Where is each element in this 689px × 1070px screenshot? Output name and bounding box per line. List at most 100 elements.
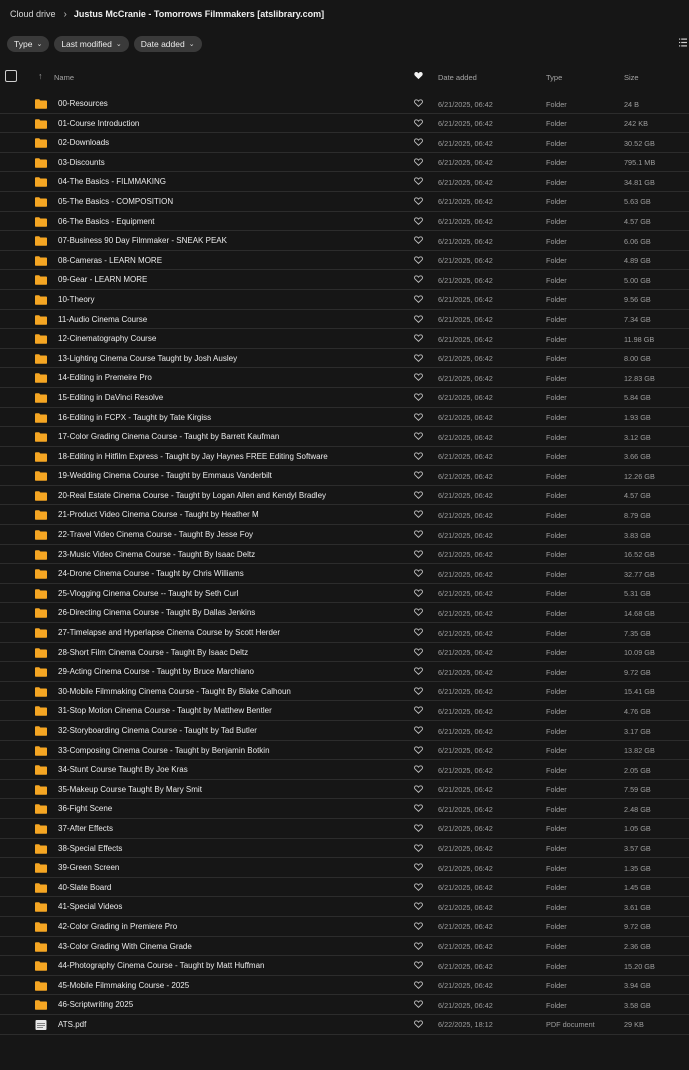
table-row[interactable]: 29-Acting Cinema Course - Taught by Bruc… xyxy=(0,662,689,682)
table-row[interactable]: 30-Mobile Filmmaking Cinema Course - Tau… xyxy=(0,682,689,702)
favorite-heart-icon[interactable] xyxy=(414,843,423,853)
favorite-column-heart-icon[interactable] xyxy=(414,71,423,80)
table-row[interactable]: 33-Composing Cinema Course - Taught by B… xyxy=(0,741,689,761)
file-name[interactable]: 36-Fight Scene xyxy=(58,804,112,813)
table-row[interactable]: 00-Resources 6/21/2025, 06:42 Folder 24 B xyxy=(0,94,689,114)
table-row[interactable]: 10-Theory 6/21/2025, 06:42 Folder 9.56 GB xyxy=(0,290,689,310)
file-name[interactable]: 42-Color Grading in Premiere Pro xyxy=(58,922,177,931)
file-name[interactable]: 31-Stop Motion Cinema Course - Taught by… xyxy=(58,706,272,715)
favorite-heart-icon[interactable] xyxy=(414,961,423,970)
favorite-heart-icon[interactable] xyxy=(414,197,423,206)
favorite-heart-icon[interactable] xyxy=(414,726,423,735)
favorite-heart-icon[interactable] xyxy=(414,275,423,284)
favorite-heart-icon[interactable] xyxy=(414,373,423,382)
file-name[interactable]: 03-Discounts xyxy=(58,158,105,167)
favorite-heart-icon[interactable] xyxy=(414,452,423,461)
file-name[interactable]: ATS.pdf xyxy=(58,1020,86,1029)
table-row[interactable]: 03-Discounts 6/21/2025, 06:42 Folder 795.1 … xyxy=(0,153,689,173)
favorite-heart-icon[interactable] xyxy=(414,922,423,931)
file-name[interactable]: 21-Product Video Cinema Course - Taught … xyxy=(58,510,259,519)
favorite-heart-icon[interactable] xyxy=(414,314,423,324)
table-row[interactable]: 45-Mobile Filmmaking Course - 2025 6/21/2… xyxy=(0,976,689,996)
table-row[interactable]: 01-Course Introduction 6/21/2025, 06:42 Fo… xyxy=(0,114,689,134)
favorite-heart-icon[interactable] xyxy=(414,569,423,578)
table-row[interactable]: 32-Storyboarding Cinema Course - Taught … xyxy=(0,721,689,741)
file-name[interactable]: 24-Drone Cinema Course - Taught by Chris… xyxy=(58,569,244,578)
table-row[interactable]: 24-Drone Cinema Course - Taught by Chris… xyxy=(0,564,689,584)
favorite-heart-icon[interactable] xyxy=(414,941,423,951)
table-row[interactable]: 27-Timelapse and Hyperlapse Cinema Cours… xyxy=(0,623,689,643)
table-row[interactable]: 21-Product Video Cinema Course - Taught … xyxy=(0,505,689,526)
favorite-heart-icon[interactable] xyxy=(414,863,423,872)
table-row[interactable]: 44-Photography Cinema Course - Taught by… xyxy=(0,956,689,976)
favorite-heart-icon[interactable] xyxy=(414,236,423,245)
favorite-heart-icon[interactable] xyxy=(414,471,423,480)
table-row[interactable]: 34-Stunt Course Taught By Joe Kras 6/21/2… xyxy=(0,760,689,780)
table-row[interactable]: 05-The Basics - COMPOSITION 6/21/2025, 06… xyxy=(0,192,689,212)
table-row[interactable]: 42-Color Grading in Premiere Pro 6/21/202… xyxy=(0,917,689,937)
file-name[interactable]: 44-Photography Cinema Course - Taught by… xyxy=(58,961,264,970)
favorite-heart-icon[interactable] xyxy=(414,138,423,147)
file-name[interactable]: 33-Composing Cinema Course - Taught by B… xyxy=(58,746,270,755)
file-name[interactable]: 05-The Basics - COMPOSITION xyxy=(58,197,173,206)
favorite-heart-icon[interactable] xyxy=(414,158,423,167)
table-row[interactable]: 17-Color Grading Cinema Course - Taught … xyxy=(0,427,689,447)
table-row[interactable]: 02-Downloads 6/21/2025, 06:42 Folder 30.52 … xyxy=(0,133,689,153)
table-row[interactable]: 41-Special Videos 6/21/2025, 06:42 Folder 3… xyxy=(0,897,689,917)
file-name[interactable]: 43-Color Grading With Cinema Grade xyxy=(58,942,192,951)
table-row[interactable]: 39-Green Screen 6/21/2025, 06:42 Folder 1.3… xyxy=(0,858,689,878)
table-row[interactable]: 38-Special Effects 6/21/2025, 06:42 Folder… xyxy=(0,839,689,859)
file-name[interactable]: 19-Wedding Cinema Course - Taught by Emm… xyxy=(58,471,272,480)
favorite-heart-icon[interactable] xyxy=(414,647,423,657)
table-row[interactable]: 13-Lighting Cinema Course Taught by Josh… xyxy=(0,349,689,369)
file-name[interactable]: 34-Stunt Course Taught By Joe Kras xyxy=(58,765,188,774)
favorite-heart-icon[interactable] xyxy=(414,667,423,676)
file-name[interactable]: 02-Downloads xyxy=(58,138,109,147)
file-name[interactable]: 08-Cameras - LEARN MORE xyxy=(58,256,162,265)
file-name[interactable]: 20-Real Estate Cinema Course - Taught by… xyxy=(58,491,326,500)
table-row[interactable]: 14-Editing in Premeire Pro 6/21/2025, 06:… xyxy=(0,368,689,388)
file-name[interactable]: 15-Editing in DaVinci Resolve xyxy=(58,393,163,402)
file-name[interactable]: 28-Short Film Cinema Course - Taught By … xyxy=(58,648,248,657)
file-name[interactable]: 09-Gear - LEARN MORE xyxy=(58,275,147,284)
file-name[interactable]: 32-Storyboarding Cinema Course - Taught … xyxy=(58,726,257,735)
table-row[interactable]: 08-Cameras - LEARN MORE 6/21/2025, 06:42 F… xyxy=(0,251,689,271)
favorite-heart-icon[interactable] xyxy=(414,765,423,774)
favorite-heart-icon[interactable] xyxy=(414,354,423,363)
table-row[interactable]: 40-Slate Board 6/21/2025, 06:42 Folder 1.45… xyxy=(0,878,689,898)
table-row[interactable]: 46-Scriptwriting 2025 6/21/2025, 06:42 Fol… xyxy=(0,995,689,1015)
favorite-heart-icon[interactable] xyxy=(414,550,423,559)
file-name[interactable]: 18-Editing in Hitfilm Express - Taught b… xyxy=(58,452,328,461)
favorite-heart-icon[interactable] xyxy=(414,530,423,539)
table-row[interactable]: 26-Directing Cinema Course - Taught By D… xyxy=(0,603,689,624)
file-name[interactable]: 39-Green Screen xyxy=(58,863,119,872)
favorite-heart-icon[interactable] xyxy=(414,1020,423,1029)
file-name[interactable]: 40-Slate Board xyxy=(58,883,111,892)
favorite-heart-icon[interactable] xyxy=(414,785,423,794)
favorite-heart-icon[interactable] xyxy=(414,256,423,265)
favorite-heart-icon[interactable] xyxy=(414,99,423,108)
favorite-heart-icon[interactable] xyxy=(414,118,423,128)
type-filter-chip[interactable]: Type ⌄ xyxy=(7,36,50,52)
file-name[interactable]: 00-Resources xyxy=(58,99,108,108)
date-added-filter-chip[interactable]: Date added ⌄ xyxy=(133,36,202,52)
file-name[interactable]: 10-Theory xyxy=(58,295,94,304)
file-name[interactable]: 37-After Effects xyxy=(58,824,113,833)
file-name[interactable]: 29-Acting Cinema Course - Taught by Bruc… xyxy=(58,667,254,676)
file-name[interactable]: 25-Vlogging Cinema Course -- Taught by S… xyxy=(58,589,238,598)
table-row[interactable]: 16-Editing in FCPX - Taught by Tate Kirg… xyxy=(0,408,689,428)
sort-ascending-icon[interactable]: ↑ xyxy=(38,71,43,81)
table-row[interactable]: 09-Gear - LEARN MORE 6/21/2025, 06:42 Fold… xyxy=(0,270,689,290)
last-modified-filter-chip[interactable]: Last modified ⌄ xyxy=(54,36,129,52)
favorite-heart-icon[interactable] xyxy=(414,334,423,343)
file-name[interactable]: 46-Scriptwriting 2025 xyxy=(58,1000,133,1009)
favorite-heart-icon[interactable] xyxy=(414,706,423,715)
favorite-heart-icon[interactable] xyxy=(414,608,423,617)
favorite-heart-icon[interactable] xyxy=(414,1000,423,1009)
breadcrumb-root[interactable]: Cloud drive xyxy=(10,9,56,19)
table-row[interactable]: 20-Real Estate Cinema Course - Taught by… xyxy=(0,486,689,506)
table-row[interactable]: 36-Fight Scene 6/21/2025, 06:42 Folder 2.48… xyxy=(0,799,689,819)
favorite-heart-icon[interactable] xyxy=(414,177,423,186)
favorite-heart-icon[interactable] xyxy=(414,432,423,441)
file-name[interactable]: 30-Mobile Filmmaking Cinema Course - Tau… xyxy=(58,687,291,696)
